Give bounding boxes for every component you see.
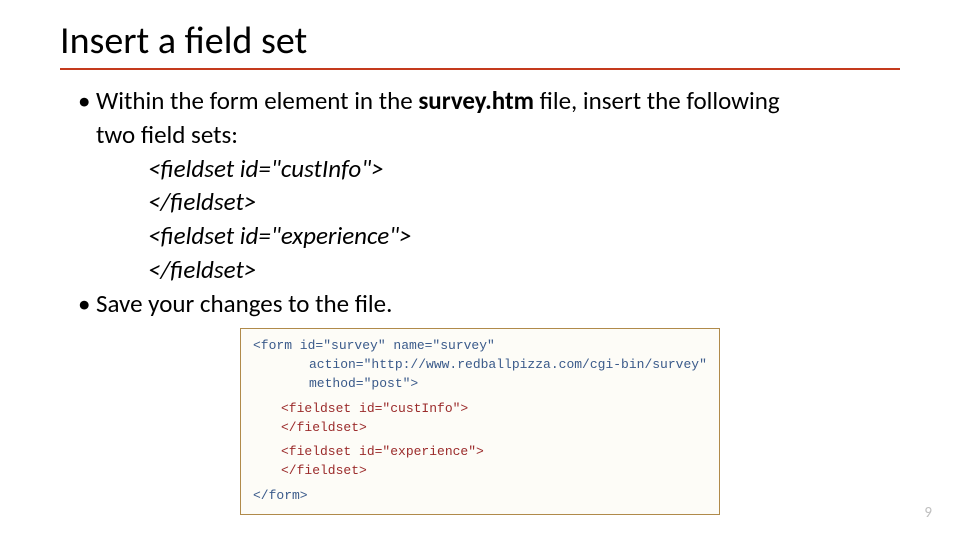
- bullet1-post: file, insert the following: [534, 85, 780, 116]
- codebox-line-form-open: <form id="survey" name="survey": [253, 337, 707, 356]
- codebox-line-fs2-close: </fieldset>: [253, 462, 707, 481]
- codebox-line-fs2-open: <fieldset id="experience">: [253, 443, 707, 462]
- code-sample-box: <form id="survey" name="survey" action="…: [240, 328, 720, 515]
- code-line-4: </fieldset>: [78, 253, 900, 287]
- bullet-item-2: Save your changes to the file.: [78, 287, 900, 321]
- bullet-item-1: Within the form element in the survey.ht…: [78, 84, 900, 152]
- page-number: 9: [924, 504, 932, 522]
- bullet1-pre: Within the form element in the: [96, 85, 418, 116]
- codebox-line-method: method="post">: [253, 375, 707, 394]
- slide-content: Insert a field set Within the form eleme…: [0, 0, 960, 515]
- bullet1-bold: survey.htm: [418, 85, 534, 116]
- codebox-line-action: action="http://www.redballpizza.com/cgi-…: [253, 356, 707, 375]
- code-line-2: </fieldset>: [78, 185, 900, 219]
- bullet1-cont: two field sets:: [96, 118, 900, 152]
- code-line-3: <fieldset id="experience">: [78, 219, 900, 253]
- code-line-1: <fieldset id="custInfo">: [78, 152, 900, 186]
- bullet-list: Within the form element in the survey.ht…: [60, 84, 900, 320]
- title-underline: [60, 68, 900, 70]
- codebox-line-fs1-open: <fieldset id="custInfo">: [253, 400, 707, 419]
- codebox-line-fs1-close: </fieldset>: [253, 419, 707, 438]
- slide-title: Insert a field set: [60, 18, 900, 64]
- codebox-line-form-close: </form>: [253, 487, 707, 506]
